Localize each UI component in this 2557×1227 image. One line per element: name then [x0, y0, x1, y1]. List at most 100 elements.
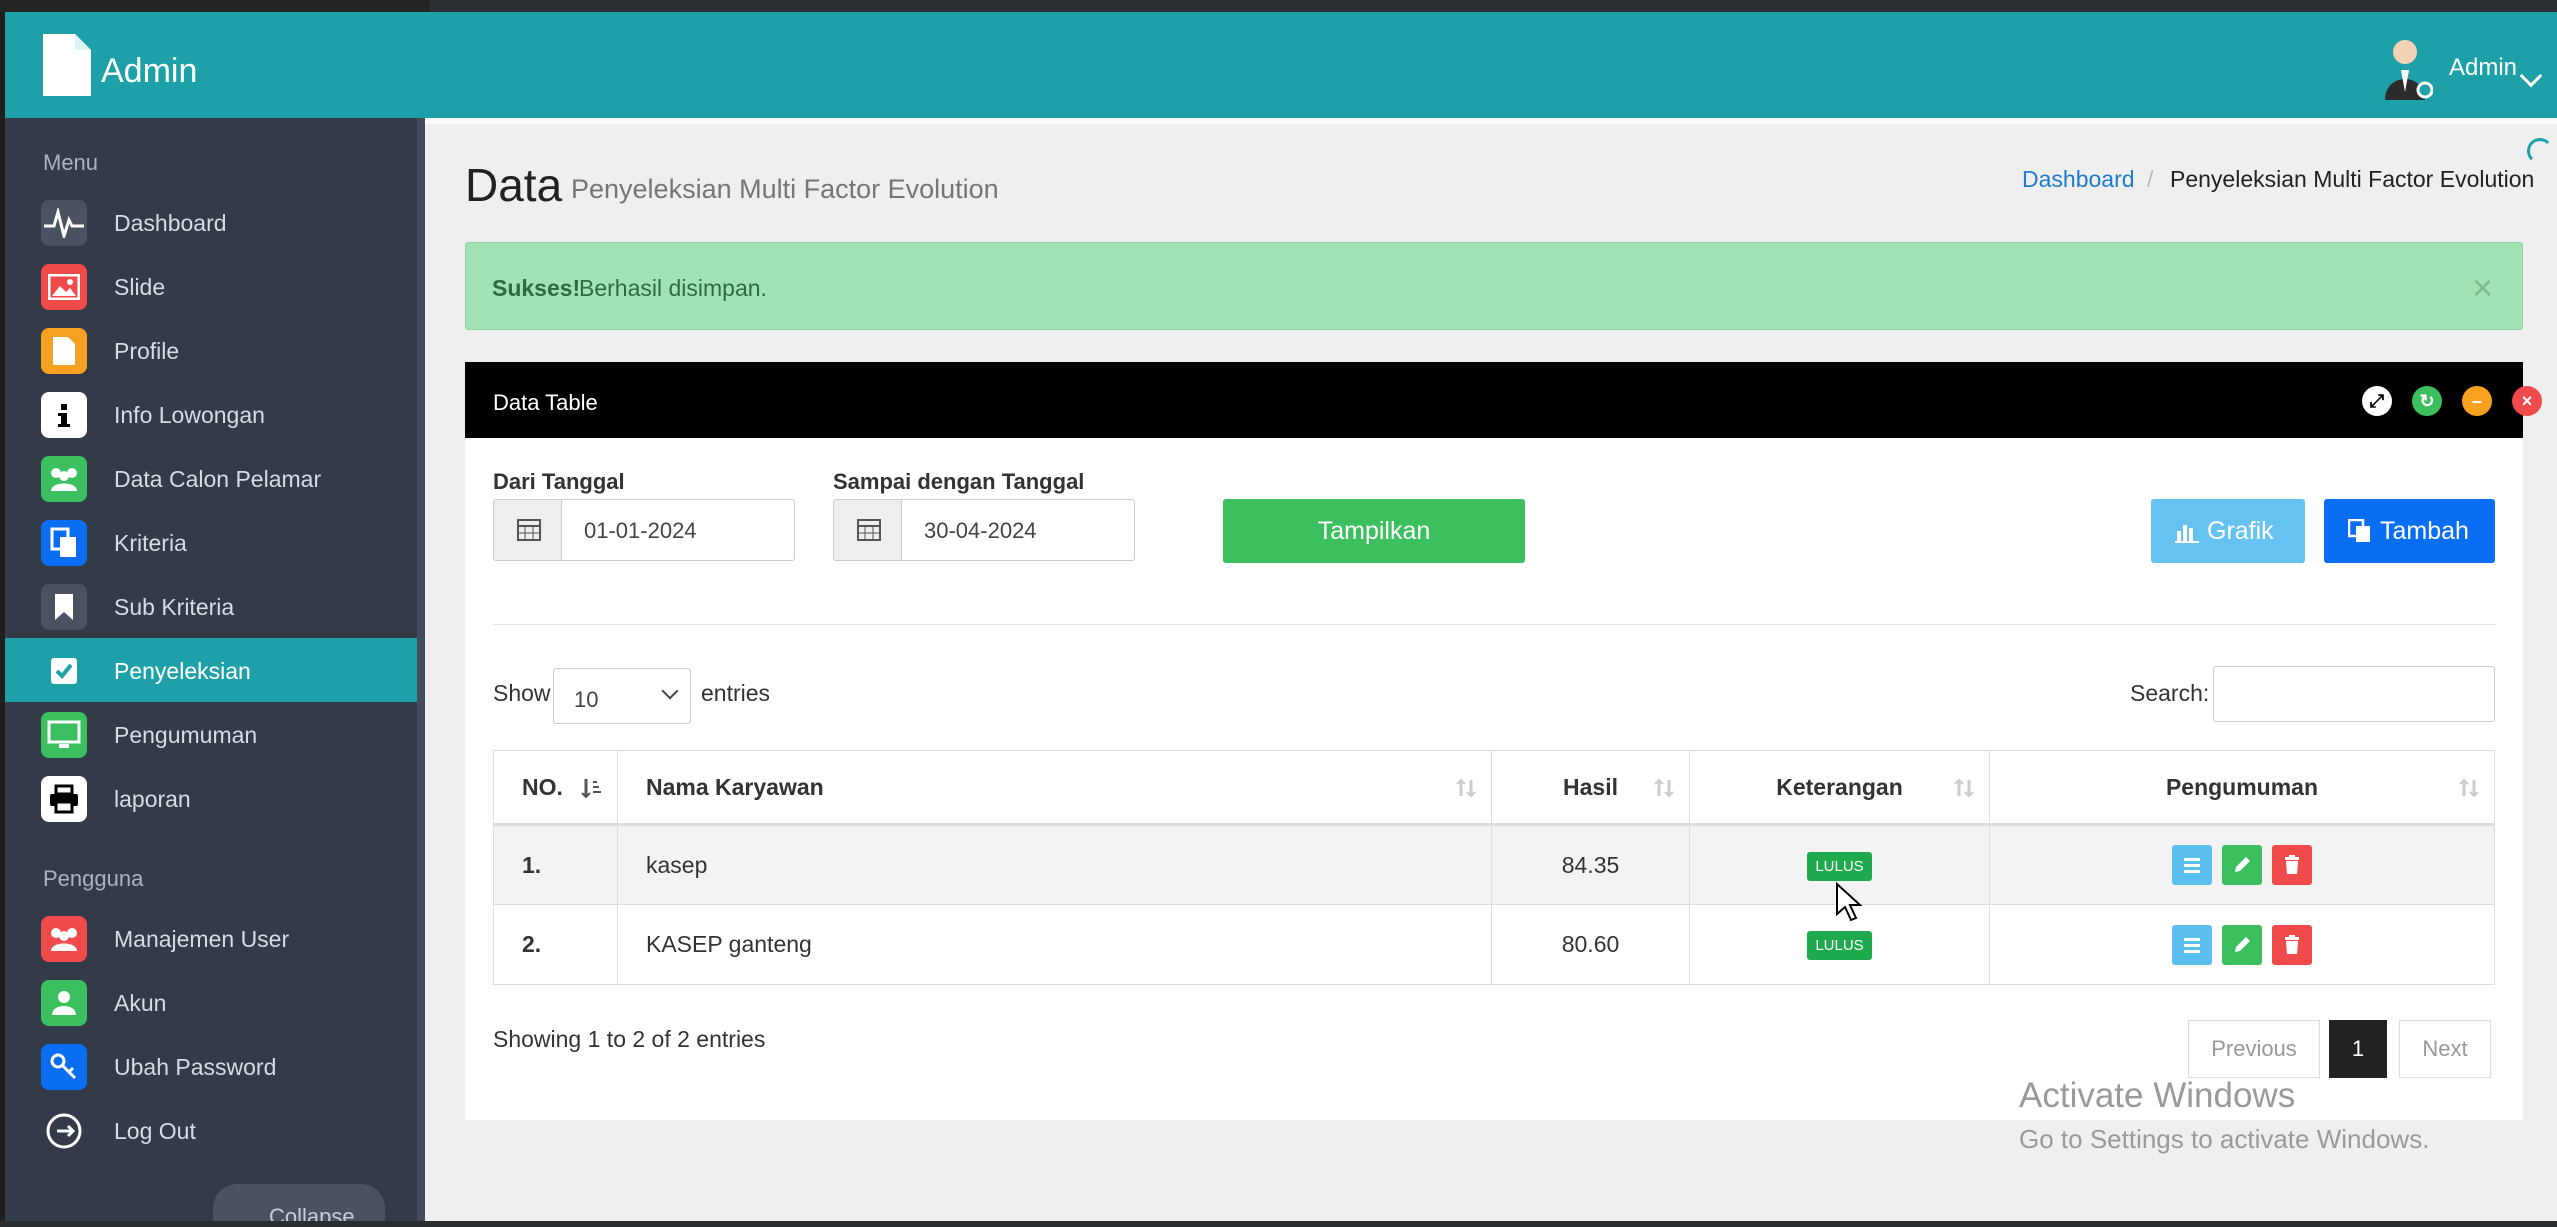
expand-icon[interactable]: ⤢ [2362, 386, 2392, 416]
sidebar-item-label: Penyeleksian [114, 658, 251, 684]
pagination-page-1[interactable]: 1 [2329, 1020, 2387, 1078]
sidebar-item-penyeleksian[interactable]: Penyeleksian [5, 638, 417, 702]
image-icon [41, 264, 87, 310]
sidebar-item-label: Pengumuman [114, 722, 258, 748]
document-icon [41, 328, 87, 374]
status-badge: LULUS [1807, 931, 1872, 960]
delete-trash-icon[interactable] [2272, 845, 2313, 885]
sidebar-item-info-lowongan[interactable]: Info Lowongan [5, 382, 417, 446]
entries-select[interactable]: 10 [553, 668, 691, 724]
to-date-field[interactable]: 30-04-2024 [833, 499, 1135, 561]
detail-list-icon[interactable] [2171, 845, 2212, 885]
sidebar-item-label: Akun [114, 990, 167, 1016]
sidebar-item-log-out[interactable]: Log Out [5, 1098, 417, 1162]
column-label: NO. [522, 773, 563, 800]
sidebar-item-dashboard[interactable]: Dashboard [5, 190, 417, 254]
monitor-icon [41, 712, 87, 758]
menu-heading: Menu [43, 150, 99, 175]
sidebar-item-laporan[interactable]: laporan [5, 766, 417, 830]
user-icon [41, 980, 87, 1026]
copy-icon [41, 520, 87, 566]
tambah-button[interactable]: Tambah [2324, 499, 2495, 563]
column-label: Pengumuman [2165, 773, 2319, 800]
sort-icon [1654, 778, 1674, 798]
sort-icon [1456, 778, 1476, 798]
pengguna-heading: Pengguna [43, 866, 144, 891]
data-table-panel: Data Table ⤢ ↻ – × Dari Tanggal 01-01-20… [465, 362, 2542, 1120]
sidebar-item-label: Ubah Password [114, 1054, 277, 1080]
column-header-pengumuman[interactable]: Pengumuman [1989, 750, 2495, 826]
tambah-label: Tambah [2380, 517, 2469, 545]
close-icon[interactable]: × [2512, 386, 2542, 416]
bar-chart-icon [2175, 525, 2199, 543]
search-input[interactable] [2213, 666, 2495, 722]
sidebar-item-pengumuman[interactable]: Pengumuman [5, 702, 417, 766]
sidebar-item-label: Log Out [114, 1118, 196, 1144]
breadcrumb-current: Penyeleksian Multi Factor Evolution [2170, 166, 2535, 192]
breadcrumb-dashboard-link[interactable]: Dashboard [2022, 166, 2135, 193]
success-alert: Sukses! Berhasil disimpan. × [465, 242, 2523, 330]
delete-trash-icon[interactable] [2272, 924, 2313, 965]
cell-no: 2. [493, 904, 618, 985]
edit-pencil-icon[interactable] [2222, 924, 2262, 965]
sidebar-item-slide[interactable]: Slide [5, 254, 417, 318]
sidebar-item-manajemen-user[interactable]: Manajemen User [5, 906, 417, 970]
sidebar-item-label: Sub Kriteria [114, 594, 235, 620]
sidebar-item-kriteria[interactable]: Kriteria [5, 510, 417, 574]
sidebar-item-data-calon-pelamar[interactable]: Data Calon Pelamar [5, 446, 417, 510]
sidebar-item-label: laporan [114, 786, 191, 812]
from-date-value[interactable]: 01-01-2024 [584, 518, 697, 544]
panel-header: Data Table ⤢ ↻ – × [465, 362, 2542, 438]
sidebar: Menu Dashboard Slide Profile Info Lowong… [5, 118, 425, 1227]
cell-hasil: 80.60 [1491, 904, 1690, 985]
calendar-icon [494, 500, 562, 560]
sidebar-item-label: Dashboard [114, 210, 227, 236]
alert-message: Berhasil disimpan. [579, 275, 767, 301]
info-icon [41, 392, 87, 438]
sidebar-item-sub-kriteria[interactable]: Sub Kriteria [5, 574, 417, 638]
edit-pencil-icon[interactable] [2222, 845, 2262, 885]
to-date-value[interactable]: 30-04-2024 [924, 518, 1037, 544]
cell-actions [1989, 904, 2495, 985]
sidebar-item-akun[interactable]: Akun [5, 970, 417, 1034]
taskbar-strip [0, 1221, 2557, 1227]
user-avatar-icon[interactable] [2383, 36, 2433, 102]
panel-title: Data Table [493, 390, 598, 415]
column-header-nama[interactable]: Nama Karyawan [617, 750, 1492, 826]
table-row: 1. kasep 84.35 LULUS [493, 824, 2495, 905]
column-header-keterangan[interactable]: Keterangan [1689, 750, 1990, 826]
column-header-no[interactable]: NO. [493, 750, 618, 826]
refresh-icon[interactable]: ↻ [2412, 386, 2442, 416]
app-title: Admin [101, 52, 198, 90]
user-menu-name[interactable]: Admin [2449, 54, 2517, 82]
entries-value: 10 [574, 687, 599, 712]
sidebar-item-label: Profile [114, 338, 180, 364]
grafik-button[interactable]: Grafik [2151, 499, 2305, 563]
pagination-next[interactable]: Next [2399, 1020, 2491, 1078]
alert-close-button[interactable]: × [2472, 267, 2493, 309]
sidebar-item-label: Manajemen User [114, 926, 290, 952]
sidebar-item-label: Slide [114, 274, 166, 300]
table-header-row: NO. Nama Karyawan Hasil Keterangan Pengu… [493, 750, 2495, 826]
key-icon [41, 1044, 87, 1090]
to-date-label: Sampai dengan Tanggal [833, 469, 1085, 494]
cell-nama: kasep [617, 824, 1492, 905]
sidebar-item-label: Data Calon Pelamar [114, 466, 322, 492]
cell-hasil: 84.35 [1491, 824, 1690, 905]
detail-list-icon[interactable] [2171, 924, 2212, 965]
sidebar-item-ubah-password[interactable]: Ubah Password [5, 1034, 417, 1098]
activate-windows-title: Activate Windows [2019, 1076, 2296, 1115]
breadcrumb-separator: / [2147, 166, 2154, 192]
tampilkan-button[interactable]: Tampilkan [1223, 499, 1525, 563]
activate-windows-subtitle: Go to Settings to activate Windows. [2019, 1124, 2430, 1154]
users-icon [41, 456, 87, 502]
pagination-previous[interactable]: Previous [2188, 1020, 2320, 1078]
page-title: Data [465, 159, 563, 211]
sidebar-item-profile[interactable]: Profile [5, 318, 417, 382]
chevron-down-icon[interactable] [2519, 64, 2543, 88]
sort-asc-icon [581, 779, 601, 799]
minimize-icon[interactable]: – [2462, 386, 2492, 416]
column-header-hasil[interactable]: Hasil [1491, 750, 1690, 826]
divider [493, 624, 2495, 625]
from-date-field[interactable]: 01-01-2024 [493, 499, 795, 561]
